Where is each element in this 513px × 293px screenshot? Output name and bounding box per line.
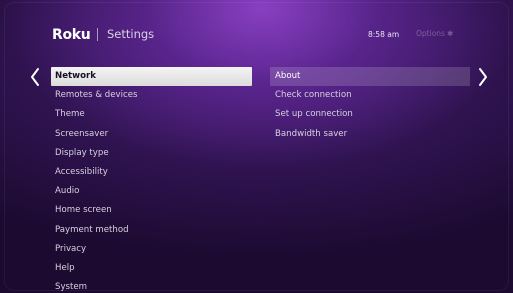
menu-item-system[interactable]: System (51, 278, 252, 293)
submenu-item-set-up-connection[interactable]: Set up connection (270, 105, 470, 124)
menu-item-network[interactable]: Network (51, 67, 252, 87)
menu-item-audio[interactable]: Audio (51, 182, 252, 201)
page-title: Settings (107, 27, 155, 41)
menu-item-home-screen[interactable]: Home screen (51, 201, 252, 220)
menu-item-payment-method[interactable]: Payment method (51, 221, 252, 240)
options-label: Options (416, 29, 445, 38)
roku-settings-screen: Roku Settings 8:58 am Options ✱ Network R… (0, 0, 513, 293)
menu-item-privacy[interactable]: Privacy (51, 240, 252, 259)
menu-item-screensaver[interactable]: Screensaver (51, 125, 252, 144)
menu-item-accessibility[interactable]: Accessibility (51, 163, 252, 182)
header-divider (97, 28, 98, 41)
menu-item-help[interactable]: Help (51, 259, 252, 278)
submenu-item-about[interactable]: About (270, 67, 470, 87)
submenu-item-check-connection[interactable]: Check connection (270, 86, 470, 105)
menu-item-display-type[interactable]: Display type (51, 144, 252, 163)
network-submenu: About Check connection Set up connection… (270, 67, 470, 144)
roku-logo: Roku (52, 27, 91, 43)
chevron-right-icon[interactable] (477, 66, 489, 88)
chevron-left-icon[interactable] (29, 66, 41, 88)
submenu-item-bandwidth-saver[interactable]: Bandwidth saver (270, 125, 470, 144)
settings-menu: Network Remotes & devices Theme Screensa… (51, 67, 252, 293)
clock: 8:58 am (368, 30, 400, 39)
asterisk-icon: ✱ (446, 29, 454, 38)
menu-item-remotes-devices[interactable]: Remotes & devices (51, 86, 252, 105)
menu-item-theme[interactable]: Theme (51, 105, 252, 124)
options-hint: Options ✱ (416, 29, 453, 38)
